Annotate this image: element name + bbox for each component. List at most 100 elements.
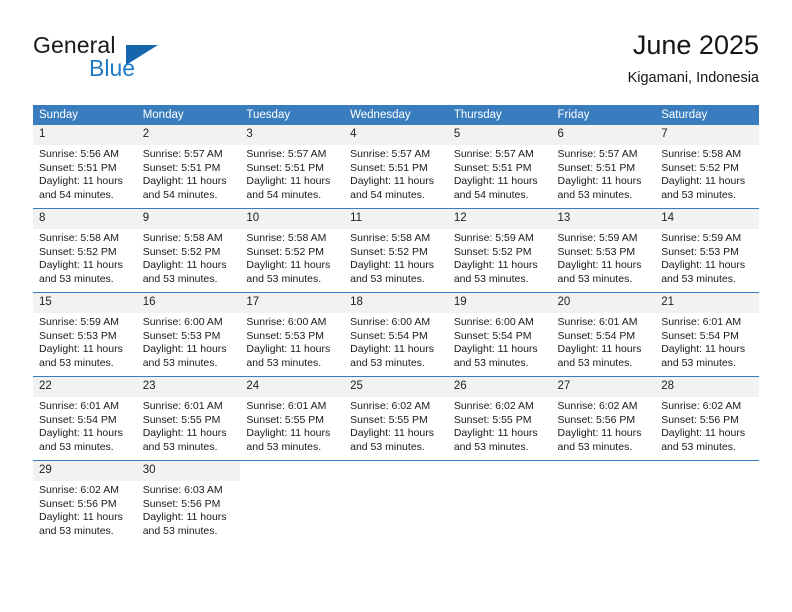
day-cell[interactable]: 21 Sunrise: 6:01 AM Sunset: 5:54 PM Dayligh… — [655, 292, 759, 377]
sunrise-text: Sunrise: 5:59 AM — [557, 232, 638, 244]
day-number: 16 — [136, 293, 241, 313]
sunrise-text: Sunrise: 5:59 AM — [39, 316, 119, 328]
day-cell[interactable]: 6 Sunrise: 5:57 AM Sunset: 5:51 PM Daylight… — [551, 125, 656, 209]
sunset-text: Sunset: 5:56 PM — [39, 497, 117, 510]
day-cell[interactable]: 27 Sunrise: 6:02 AM Sunset: 5:56 PM Dayligh… — [551, 376, 656, 461]
brand-name-blue: Blue — [89, 55, 136, 81]
sunrise-text: Sunrise: 6:01 AM — [557, 316, 638, 328]
day-number — [448, 461, 552, 481]
day-details: Sunrise: 5:57 AM Sunset: 5:51 PM Daylight:… — [344, 145, 448, 202]
day-number: 17 — [240, 293, 345, 313]
day-cell-empty — [551, 460, 656, 544]
day-details: Sunrise: 6:01 AM Sunset: 5:55 PM Daylight:… — [137, 397, 241, 454]
day-cell[interactable]: 8 Sunrise: 5:58 AM Sunset: 5:52 PM Daylight… — [33, 208, 137, 293]
sunrise-text: Sunrise: 6:02 AM — [557, 400, 638, 412]
daylight-text: Daylight: 11 hours and 53 minutes. — [661, 259, 746, 285]
sunrise-text: Sunrise: 5:58 AM — [661, 148, 742, 160]
day-cell-empty — [344, 460, 448, 544]
day-cell[interactable]: 2 Sunrise: 5:57 AM Sunset: 5:51 PM Daylight… — [136, 125, 241, 209]
day-cell[interactable]: 30 Sunrise: 6:03 AM Sunset: 5:56 PM Dayligh… — [136, 460, 241, 544]
day-cell[interactable]: 19 Sunrise: 6:00 AM Sunset: 5:54 PM Dayligh… — [447, 292, 552, 377]
day-cell[interactable]: 22 Sunrise: 6:01 AM Sunset: 5:54 PM Dayligh… — [33, 376, 137, 461]
day-number: 28 — [655, 377, 759, 397]
sunrise-text: Sunrise: 6:01 AM — [246, 400, 327, 412]
daylight-text: Daylight: 11 hours and 53 minutes. — [39, 343, 123, 369]
weekday-header-thursday: Thursday — [447, 105, 552, 125]
day-cell[interactable]: 9 Sunrise: 5:58 AM Sunset: 5:52 PM Daylight… — [136, 208, 241, 293]
sunrise-text: Sunrise: 5:57 AM — [453, 148, 534, 160]
day-number: 29 — [33, 461, 137, 481]
day-details: Sunrise: 5:57 AM Sunset: 5:51 PM Daylight:… — [240, 145, 344, 202]
daylight-text: Daylight: 11 hours and 53 minutes. — [453, 343, 538, 369]
day-cell[interactable]: 25 Sunrise: 6:02 AM Sunset: 5:55 PM Dayligh… — [344, 376, 448, 461]
day-cell[interactable]: 3 Sunrise: 5:57 AM Sunset: 5:51 PM Daylight… — [240, 125, 345, 209]
day-cell[interactable]: 20 Sunrise: 6:01 AM Sunset: 5:54 PM Dayligh… — [551, 292, 656, 377]
day-number: 10 — [240, 209, 345, 229]
day-cell[interactable]: 28 Sunrise: 6:02 AM Sunset: 5:56 PM Dayligh… — [655, 376, 759, 461]
day-number: 11 — [344, 209, 448, 229]
sunset-text: Sunset: 5:55 PM — [246, 413, 325, 426]
daylight-text: Daylight: 11 hours and 53 minutes. — [453, 259, 538, 285]
day-cell[interactable]: 14 Sunrise: 5:59 AM Sunset: 5:53 PM Dayligh… — [655, 208, 759, 293]
day-number: 9 — [136, 209, 241, 229]
day-number: 3 — [240, 125, 345, 145]
day-cell[interactable]: 18 Sunrise: 6:00 AM Sunset: 5:54 PM Dayligh… — [344, 292, 448, 377]
day-details: Sunrise: 5:58 AM Sunset: 5:52 PM Daylight:… — [137, 229, 241, 286]
day-details: Sunrise: 5:59 AM Sunset: 5:53 PM Daylight:… — [552, 229, 656, 286]
daylight-text: Daylight: 11 hours and 53 minutes. — [142, 511, 227, 537]
day-number: 2 — [136, 125, 241, 145]
day-cell[interactable]: 7 Sunrise: 5:58 AM Sunset: 5:52 PM Daylight… — [655, 125, 759, 209]
day-cell[interactable]: 17 Sunrise: 6:00 AM Sunset: 5:53 PM Dayligh… — [240, 292, 345, 377]
day-cell[interactable]: 24 Sunrise: 6:01 AM Sunset: 5:55 PM Dayligh… — [240, 376, 345, 461]
day-details: Sunrise: 5:59 AM Sunset: 5:52 PM Daylight:… — [448, 229, 552, 286]
sunset-text: Sunset: 5:52 PM — [39, 245, 117, 258]
daylight-text: Daylight: 11 hours and 54 minutes. — [39, 175, 123, 201]
calendar-body: 1 Sunrise: 5:56 AM Sunset: 5:51 PM Daylight… — [33, 125, 759, 544]
day-cell[interactable]: 15 Sunrise: 5:59 AM Sunset: 5:53 PM Dayligh… — [33, 292, 137, 377]
day-cell[interactable]: 26 Sunrise: 6:02 AM Sunset: 5:55 PM Dayligh… — [447, 376, 552, 461]
day-details: Sunrise: 6:00 AM Sunset: 5:53 PM Daylight:… — [137, 313, 241, 370]
day-number: 4 — [344, 125, 448, 145]
day-number: 12 — [447, 209, 552, 229]
sunset-text: Sunset: 5:54 PM — [39, 413, 117, 426]
sunset-text: Sunset: 5:56 PM — [142, 497, 221, 510]
day-cell[interactable]: 13 Sunrise: 5:59 AM Sunset: 5:53 PM Dayligh… — [551, 208, 656, 293]
sunrise-text: Sunrise: 5:57 AM — [142, 148, 223, 160]
daylight-text: Daylight: 11 hours and 53 minutes. — [350, 427, 434, 453]
day-cell[interactable]: 11 Sunrise: 5:58 AM Sunset: 5:52 PM Dayligh… — [344, 208, 448, 293]
day-cell[interactable]: 10 Sunrise: 5:58 AM Sunset: 5:52 PM Dayligh… — [240, 208, 345, 293]
day-cell-empty — [447, 460, 552, 544]
daylight-text: Daylight: 11 hours and 53 minutes. — [557, 175, 642, 201]
day-number: 24 — [240, 377, 345, 397]
daylight-text: Daylight: 11 hours and 53 minutes. — [350, 343, 434, 369]
daylight-text: Daylight: 11 hours and 54 minutes. — [453, 175, 538, 201]
day-cell[interactable]: 29 Sunrise: 6:02 AM Sunset: 5:56 PM Dayligh… — [33, 460, 137, 544]
weekday-header-saturday: Saturday — [655, 105, 759, 125]
day-details: Sunrise: 5:57 AM Sunset: 5:51 PM Daylight:… — [552, 145, 656, 202]
day-number: 5 — [447, 125, 552, 145]
title-block: June 2025 Kigamani, Indonesia — [628, 28, 759, 88]
sunrise-text: Sunrise: 6:01 AM — [142, 400, 223, 412]
day-details: Sunrise: 6:00 AM Sunset: 5:54 PM Daylight:… — [344, 313, 448, 370]
day-number: 19 — [447, 293, 552, 313]
day-cell[interactable]: 16 Sunrise: 6:00 AM Sunset: 5:53 PM Dayligh… — [136, 292, 241, 377]
sunset-text: Sunset: 5:51 PM — [39, 161, 117, 174]
day-cell[interactable]: 12 Sunrise: 5:59 AM Sunset: 5:52 PM Dayligh… — [447, 208, 552, 293]
day-details: Sunrise: 5:59 AM Sunset: 5:53 PM Daylight:… — [33, 313, 137, 370]
day-number: 13 — [551, 209, 656, 229]
day-number: 25 — [344, 377, 448, 397]
day-details: Sunrise: 6:02 AM Sunset: 5:56 PM Daylight:… — [552, 397, 656, 454]
day-cell[interactable]: 23 Sunrise: 6:01 AM Sunset: 5:55 PM Dayligh… — [136, 376, 241, 461]
sunrise-text: Sunrise: 5:58 AM — [142, 232, 223, 244]
day-cell[interactable]: 1 Sunrise: 5:56 AM Sunset: 5:51 PM Daylight… — [33, 125, 137, 209]
day-details: Sunrise: 6:01 AM Sunset: 5:54 PM Daylight:… — [33, 397, 137, 454]
sunrise-text: Sunrise: 5:57 AM — [557, 148, 638, 160]
day-cell[interactable]: 4 Sunrise: 5:57 AM Sunset: 5:51 PM Daylight… — [344, 125, 448, 209]
sunrise-text: Sunrise: 5:58 AM — [39, 232, 119, 244]
day-cell[interactable]: 5 Sunrise: 5:57 AM Sunset: 5:51 PM Daylight… — [447, 125, 552, 209]
general-blue-logo[interactable]: General Blue — [33, 32, 213, 88]
daylight-text: Daylight: 11 hours and 53 minutes. — [661, 343, 746, 369]
day-details: Sunrise: 5:58 AM Sunset: 5:52 PM Daylight:… — [33, 229, 137, 286]
daylight-text: Daylight: 11 hours and 54 minutes. — [350, 175, 434, 201]
weekday-header-friday: Friday — [551, 105, 656, 125]
